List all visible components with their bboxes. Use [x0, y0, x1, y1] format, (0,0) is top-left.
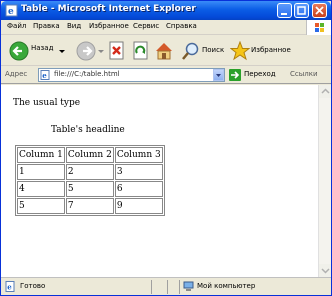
refresh-icon	[133, 41, 148, 60]
page-icon: e	[40, 70, 50, 80]
favorites-button[interactable]: Избранное	[230, 40, 291, 62]
menu-help[interactable]: Справка	[166, 22, 197, 30]
windows-logo	[306, 20, 331, 35]
menu-edit[interactable]: Правка	[33, 22, 60, 30]
forward-button[interactable]	[75, 40, 97, 62]
address-bar: Адрес file:///C:/table.html e Переход Сс…	[1, 66, 331, 84]
computer-icon	[183, 281, 194, 291]
ie-logo-icon: e	[5, 4, 18, 17]
menu-tools[interactable]: Сервис	[133, 22, 159, 30]
home-button[interactable]	[154, 40, 174, 62]
stop-button[interactable]	[107, 40, 127, 62]
security-zone-text: Мой компьютер	[197, 282, 256, 290]
svg-text:e: e	[8, 7, 14, 17]
status-divider	[151, 280, 152, 294]
forward-arrow-icon	[76, 41, 96, 61]
chevron-up-icon	[321, 88, 330, 94]
vertical-scrollbar[interactable]	[318, 85, 331, 277]
table-row: 5 7 9	[17, 198, 163, 214]
status-text: Готово	[20, 282, 46, 290]
close-button[interactable]	[312, 3, 327, 18]
table-row: 4 5 6	[17, 181, 163, 197]
window-title: Table - Microsoft Internet Explorer	[21, 4, 196, 14]
scroll-down-button[interactable]	[319, 264, 331, 277]
refresh-button[interactable]	[131, 40, 151, 62]
address-label: Адрес	[5, 70, 28, 78]
close-icon	[315, 6, 324, 15]
favorites-star-icon	[230, 41, 250, 61]
menu-favorites[interactable]: Избранное	[89, 22, 129, 30]
back-button[interactable]: Назад	[7, 40, 67, 62]
back-arrow-icon	[9, 41, 29, 61]
address-input[interactable]: file:///C:/table.html	[38, 68, 225, 82]
table-cell: 4	[17, 181, 65, 197]
table-header-cell: Column 3	[114, 147, 163, 163]
table-cell: 1	[17, 164, 65, 180]
back-label: Назад	[31, 44, 54, 52]
page-text: The usual type	[13, 98, 81, 108]
search-label: Поиск	[202, 46, 225, 54]
search-button[interactable]: Поиск	[181, 40, 225, 62]
svg-text:e: e	[7, 283, 12, 292]
table-cell: 7	[65, 198, 114, 214]
table-cell: 2	[65, 164, 114, 180]
chevron-down-icon	[321, 268, 330, 274]
favorites-label: Избранное	[251, 46, 291, 54]
page-content: The usual type Table's headline Column 1…	[1, 85, 318, 277]
address-dropdown-button[interactable]	[213, 69, 224, 81]
status-bar: e Готово Мой компьютер	[1, 277, 331, 295]
table-cell: 5	[65, 181, 114, 197]
minimize-icon	[281, 13, 287, 15]
page-done-icon: e	[5, 281, 15, 292]
table-caption: Table's headline	[51, 125, 125, 135]
menu-file[interactable]: Файл	[7, 22, 26, 30]
data-table: Column 1 Column 2 Column 3 1 2 3 4 5 6 5…	[15, 145, 165, 216]
table-row: 1 2 3	[17, 164, 163, 180]
table-cell: 9	[114, 198, 163, 214]
table-cell: 5	[17, 198, 65, 214]
minimize-button[interactable]	[277, 3, 292, 18]
browser-window: e Table - Microsoft Internet Explorer Фа…	[0, 0, 332, 296]
stop-icon	[109, 41, 124, 60]
toolbar: Назад Поиск Избранное	[1, 36, 331, 66]
windows-flag-icon	[315, 23, 324, 32]
links-label[interactable]: Ссылки	[290, 70, 318, 78]
table-header-row: Column 1 Column 2 Column 3	[17, 147, 163, 163]
maximize-icon	[297, 6, 306, 15]
table-cell: 6	[114, 181, 163, 197]
table-header-cell: Column 1	[17, 147, 65, 163]
go-arrow-icon	[229, 69, 241, 81]
search-icon	[182, 42, 199, 60]
table-cell: 3	[114, 164, 163, 180]
maximize-button[interactable]	[294, 3, 309, 18]
chevron-down-icon	[59, 50, 65, 53]
home-icon	[156, 43, 172, 60]
status-divider	[179, 280, 180, 294]
menu-view[interactable]: Вид	[67, 22, 81, 30]
chevron-down-icon	[216, 74, 221, 77]
status-divider	[167, 280, 168, 294]
menu-bar: Файл Правка Вид Избранное Сервис Справка	[1, 20, 331, 35]
scroll-up-button[interactable]	[319, 85, 331, 98]
svg-text:e: e	[42, 71, 47, 80]
table-header-cell: Column 2	[65, 147, 114, 163]
chevron-down-icon[interactable]	[98, 49, 104, 55]
go-label: Переход	[244, 70, 276, 78]
title-bar[interactable]: e Table - Microsoft Internet Explorer	[1, 1, 331, 20]
